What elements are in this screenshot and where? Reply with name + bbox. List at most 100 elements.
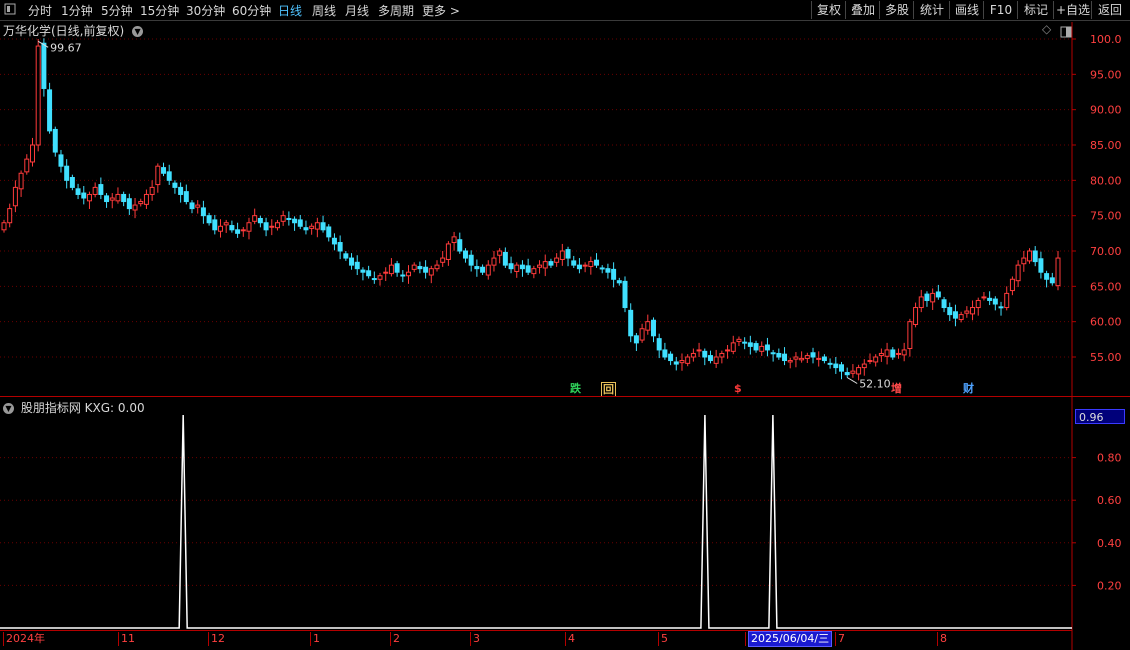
tab-monthly[interactable]: 月线 bbox=[345, 2, 369, 19]
x-axis-label: 2 bbox=[390, 632, 400, 646]
multi-stock-button[interactable]: 多股 bbox=[879, 1, 914, 19]
indicator-current-value: 0.96 bbox=[1075, 409, 1125, 424]
candle-body bbox=[554, 257, 560, 263]
candle-body bbox=[998, 306, 1004, 309]
indicator-tick-label: 0.40 bbox=[1097, 537, 1122, 550]
candle-body bbox=[29, 144, 35, 163]
tab-60min[interactable]: 60分钟 bbox=[232, 2, 271, 19]
candle-body bbox=[525, 265, 531, 273]
indicator-chart[interactable]: 0.80 0.60 0.40 0.20 bbox=[0, 0, 1130, 650]
tab-weekly[interactable]: 周线 bbox=[312, 2, 336, 19]
candle-body bbox=[799, 357, 805, 361]
tab-fenshi[interactable]: 分时 bbox=[28, 2, 52, 19]
candle-body bbox=[388, 264, 394, 275]
diamond-icon[interactable]: ◇ bbox=[1042, 22, 1051, 36]
candle-body bbox=[622, 280, 628, 309]
price-grid bbox=[0, 38, 1072, 358]
draw-line-button[interactable]: 画线 bbox=[949, 1, 984, 19]
candle-body bbox=[987, 297, 993, 301]
tab-30min[interactable]: 30分钟 bbox=[186, 2, 225, 19]
candle-body bbox=[1038, 258, 1044, 273]
candle-body bbox=[195, 204, 201, 208]
price-chart[interactable]: 100.0 95.00 90.00 85.00 80.00 75.00 70.00 65.00… bbox=[0, 0, 1130, 650]
stats-button[interactable]: 统计 bbox=[913, 1, 950, 19]
candle-body bbox=[52, 128, 58, 153]
candle-body bbox=[417, 266, 423, 270]
candle-body bbox=[827, 362, 833, 365]
candle-body bbox=[161, 167, 167, 174]
candle-body bbox=[537, 264, 543, 268]
x-axis-label: 12 bbox=[208, 632, 225, 646]
candle-body bbox=[913, 307, 919, 325]
candle-body bbox=[411, 264, 417, 270]
candle-body bbox=[229, 225, 235, 231]
x-axis-label: 8 bbox=[937, 632, 947, 646]
candle-body bbox=[92, 186, 98, 195]
candle-body bbox=[542, 261, 548, 269]
candle-body bbox=[86, 193, 92, 202]
candle-body bbox=[269, 225, 275, 228]
candle-body bbox=[200, 207, 206, 217]
candle-body bbox=[320, 222, 326, 231]
candle-body bbox=[981, 296, 987, 299]
candle-body bbox=[292, 218, 298, 224]
mark-button[interactable]: 标记 bbox=[1017, 1, 1054, 19]
x-axis-label: 4 bbox=[565, 632, 575, 646]
x-axis-label: 7 bbox=[835, 632, 845, 646]
candle-body bbox=[331, 237, 337, 245]
candle-body bbox=[326, 226, 332, 238]
candle-body bbox=[867, 360, 873, 363]
adjust-button[interactable]: 复权 bbox=[811, 1, 846, 19]
add-watchlist-button[interactable]: +自选 bbox=[1053, 1, 1092, 19]
price-tick-label: 65.00 bbox=[1090, 280, 1122, 293]
candle-body bbox=[35, 45, 41, 146]
candle-body bbox=[850, 370, 856, 374]
candle-body bbox=[149, 186, 155, 195]
candle-body bbox=[18, 172, 24, 190]
candle-body bbox=[571, 260, 577, 266]
candle-body bbox=[485, 264, 491, 276]
f10-button[interactable]: F10 bbox=[983, 1, 1018, 19]
candle-body bbox=[531, 268, 537, 275]
candle-body bbox=[645, 321, 651, 331]
price-tick-label: 95.00 bbox=[1090, 68, 1122, 81]
tab-daily[interactable]: 日线 bbox=[278, 2, 302, 19]
tab-5min[interactable]: 5分钟 bbox=[101, 2, 133, 19]
tab-more[interactable]: 更多 > bbox=[422, 2, 460, 19]
price-tick-label: 90.00 bbox=[1090, 104, 1122, 117]
max-price-label: 99.67 bbox=[50, 41, 82, 54]
price-axis-ticks: 100.0 95.00 90.00 85.00 80.00 75.00 70.00 65.00… bbox=[1072, 33, 1122, 364]
chevron-down-icon[interactable]: ▼ bbox=[3, 403, 14, 414]
candle-body bbox=[605, 268, 611, 273]
candle-body bbox=[343, 253, 349, 259]
candle-body bbox=[952, 311, 958, 319]
candle-body bbox=[958, 314, 964, 321]
tab-multi-period[interactable]: 多周期 bbox=[378, 2, 414, 19]
price-extrema-labels: 99.67 52.10 bbox=[37, 40, 891, 390]
candle-body bbox=[81, 192, 87, 199]
candle-body bbox=[354, 261, 360, 270]
candle-body bbox=[309, 225, 315, 229]
price-tick-label: 85.00 bbox=[1090, 139, 1122, 152]
tab-15min[interactable]: 15分钟 bbox=[140, 2, 179, 19]
price-tick-label: 55.00 bbox=[1090, 351, 1122, 364]
candle-body bbox=[143, 193, 149, 205]
candle-body bbox=[377, 275, 383, 280]
window-menu-icon[interactable] bbox=[4, 3, 16, 18]
chevron-down-icon[interactable]: ▼ bbox=[132, 26, 144, 37]
tab-1min[interactable]: 1分钟 bbox=[61, 2, 93, 19]
panel-toggle-icon[interactable] bbox=[1060, 23, 1072, 42]
candle-body bbox=[759, 345, 765, 352]
stock-title: 万华化学(日线,前复权) bbox=[3, 24, 125, 38]
back-button[interactable]: 返回 bbox=[1091, 1, 1128, 19]
candle-body bbox=[423, 266, 429, 273]
candle-body bbox=[337, 242, 343, 252]
candle-body bbox=[839, 364, 844, 372]
x-axis-label: 2024年 bbox=[3, 632, 45, 646]
overlay-button[interactable]: 叠加 bbox=[845, 1, 880, 19]
candle-body bbox=[1044, 273, 1050, 280]
candle-body bbox=[274, 222, 280, 229]
candle-body bbox=[588, 261, 594, 268]
candle-body bbox=[394, 263, 400, 273]
x-axis-label: 1 bbox=[310, 632, 320, 646]
